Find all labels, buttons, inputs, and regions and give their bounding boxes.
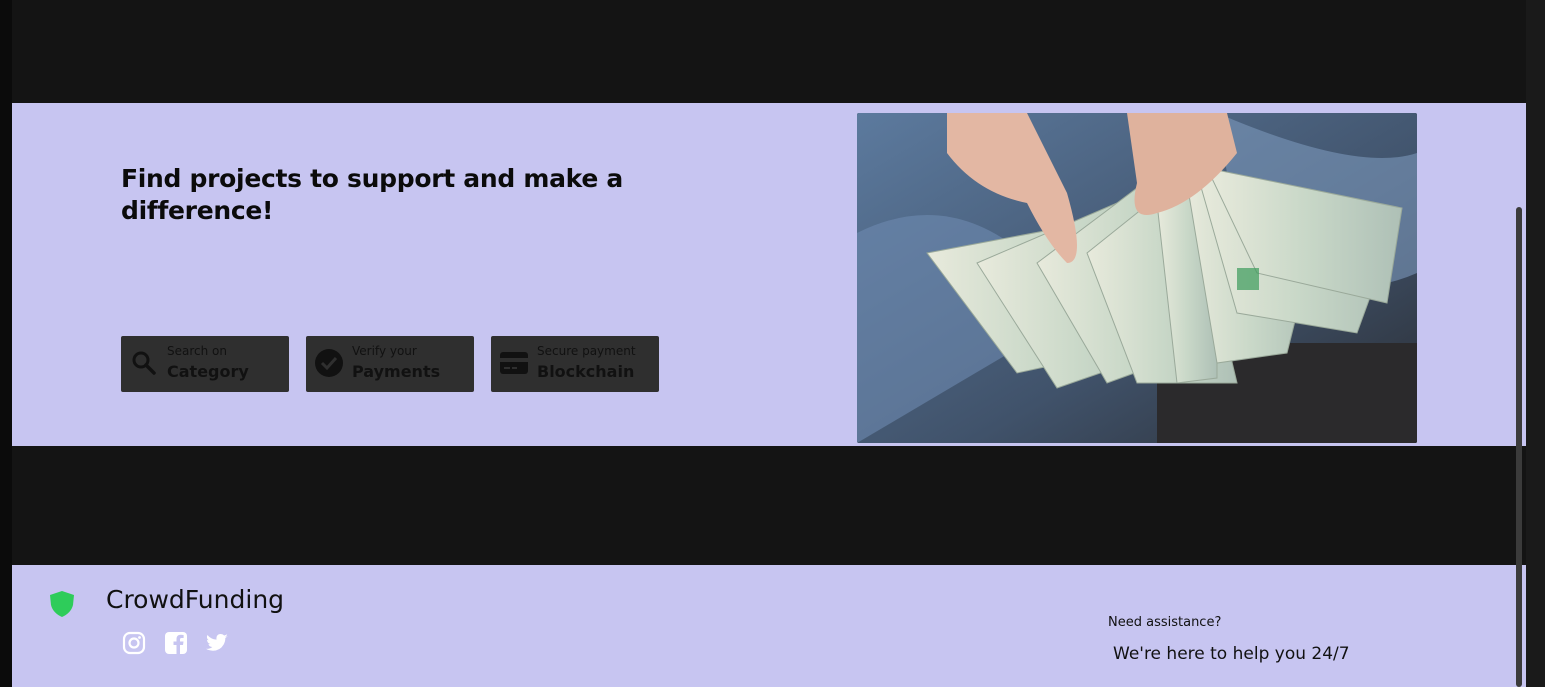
feature-big-label: Blockchain [537, 362, 635, 381]
money-photo-illustration [857, 113, 1417, 443]
page-edge-right [1526, 0, 1545, 687]
hero-section: Find projects to support and make a diff… [12, 103, 1526, 446]
feature-verify-payments[interactable]: Verify your Payments [306, 336, 474, 392]
brand-name[interactable]: CrowdFunding [106, 585, 284, 614]
instagram-icon[interactable] [122, 631, 146, 655]
feature-small-label: Secure payment [537, 344, 636, 358]
facebook-icon[interactable] [164, 631, 188, 655]
feature-small-label: Search on [167, 344, 227, 358]
feature-big-label: Payments [352, 362, 441, 381]
shield-icon [50, 591, 74, 617]
feature-secure-blockchain[interactable]: Secure payment Blockchain [491, 336, 659, 392]
footer: CrowdFunding Need assistance? We're here… [12, 565, 1526, 687]
search-icon [132, 351, 156, 375]
credit-card-icon [500, 352, 528, 374]
hero-title: Find projects to support and make a diff… [121, 164, 623, 225]
feature-big-label: Category [167, 362, 249, 381]
twitter-icon[interactable] [205, 631, 229, 655]
page-edge-left [0, 0, 12, 687]
feature-search-category[interactable]: Search on Category [121, 336, 289, 392]
feature-small-label: Verify your [352, 344, 417, 358]
scrollbar-thumb[interactable] [1516, 207, 1522, 687]
assist-message: We're here to help you 24/7 [1113, 644, 1350, 664]
check-circle-icon [315, 349, 343, 377]
hero-money-image [857, 113, 1417, 443]
assist-label: Need assistance? [1108, 615, 1222, 630]
